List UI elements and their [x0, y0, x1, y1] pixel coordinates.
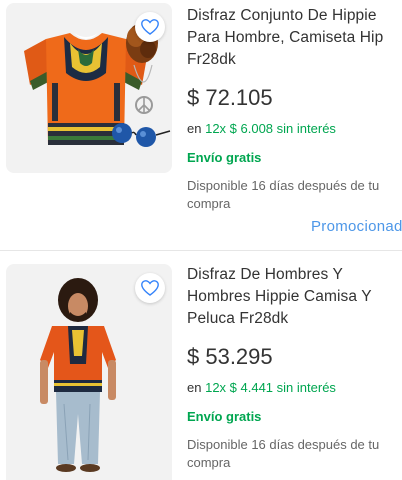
installments-detail: 12x $ 4.441: [205, 380, 274, 395]
product-card[interactable]: Disfraz De Hombres Y Hombres Hippie Cami…: [0, 252, 402, 480]
product-price: $ 72.105: [187, 85, 273, 110]
product-info: Disfraz De Hombres Y Hombres Hippie Cami…: [187, 264, 402, 472]
favorite-button[interactable]: [135, 273, 165, 303]
product-title[interactable]: Disfraz Conjunto De Hippie Para Hombre, …: [187, 5, 402, 71]
installments-prefix: en: [187, 380, 202, 395]
product-info: Disfraz Conjunto De Hippie Para Hombre, …: [187, 5, 402, 213]
product-price: $ 53.295: [187, 344, 273, 369]
installments-prefix: en: [187, 121, 202, 136]
installments-suffix: sin interés: [276, 121, 336, 136]
heart-icon: [141, 280, 159, 296]
heart-icon: [141, 19, 159, 35]
divider: [0, 250, 402, 251]
promoted-label: Promocionado: [311, 218, 402, 235]
free-shipping-label: Envío gratis: [187, 409, 262, 424]
installments: en 12x $ 6.008 sin interés: [187, 121, 402, 137]
favorite-button[interactable]: [135, 12, 165, 42]
product-card[interactable]: Disfraz Conjunto De Hippie Para Hombre, …: [0, 0, 402, 250]
product-title[interactable]: Disfraz De Hombres Y Hombres Hippie Cami…: [187, 264, 402, 330]
availability-text: Disponible 16 días después de tu compra: [187, 178, 380, 211]
availability-text: Disponible 16 días después de tu compra: [187, 437, 380, 470]
installments-detail: 12x $ 6.008: [205, 121, 274, 136]
installments: en 12x $ 4.441 sin interés: [187, 380, 402, 396]
free-shipping-label: Envío gratis: [187, 150, 262, 165]
installments-suffix: sin interés: [276, 380, 336, 395]
